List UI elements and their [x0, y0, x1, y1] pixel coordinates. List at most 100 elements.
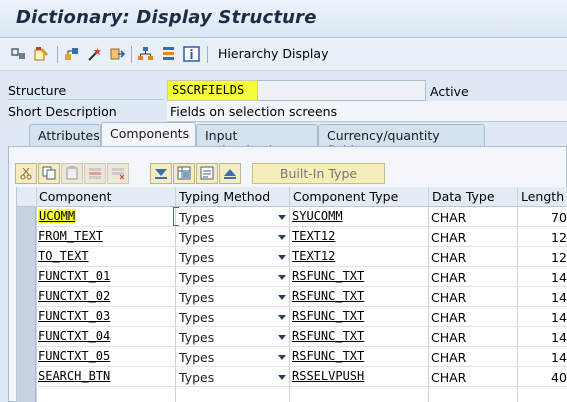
chevron-down-icon[interactable]: [278, 215, 286, 220]
component-cell[interactable]: SEARCH_BTN: [38, 369, 110, 383]
component-type-cell[interactable]: RSFUNC_TXT: [292, 349, 364, 363]
paste-button[interactable]: [61, 163, 83, 184]
info-icon[interactable]: [183, 46, 200, 62]
other-object-icon[interactable]: [10, 46, 27, 62]
typing-method-cell[interactable]: Types: [179, 230, 214, 245]
component-type-cell[interactable]: RSFUNC_TXT: [292, 329, 364, 343]
detail-button[interactable]: [196, 163, 218, 184]
typing-method-cell[interactable]: Types: [179, 270, 214, 285]
chevron-down-icon[interactable]: [278, 335, 286, 340]
row-selector[interactable]: [17, 327, 36, 347]
tab-input-help-check[interactable]: Input Help/Check: [196, 124, 318, 158]
data-type-cell: CHAR: [431, 230, 467, 245]
length-cell: 144: [551, 310, 567, 325]
component-type-cell[interactable]: SYUCOMM: [292, 209, 343, 223]
table-row[interactable]: FUNCTXT_01 Types RSFUNC_TXT CHAR 144: [17, 267, 567, 287]
table-row[interactable]: [17, 387, 567, 402]
copy-button[interactable]: [38, 163, 60, 184]
where-used-icon[interactable]: [137, 46, 154, 62]
component-cell[interactable]: FUNCTXT_05: [38, 349, 110, 363]
table-row[interactable]: FUNCTXT_03 Types RSFUNC_TXT CHAR 144: [17, 307, 567, 327]
typing-method-cell[interactable]: Types: [179, 310, 214, 325]
component-cell[interactable]: FROM_TEXT: [38, 229, 103, 243]
length-cell: 12: [551, 250, 567, 265]
component-cell[interactable]: UCOMM: [38, 209, 77, 223]
table-row[interactable]: FUNCTXT_05 Types RSFUNC_TXT CHAR 144: [17, 347, 567, 367]
component-type-cell[interactable]: RSFUNC_TXT: [292, 289, 364, 303]
component-type-cell[interactable]: RSSELVPUSH: [292, 369, 364, 383]
table-row[interactable]: SEARCH_BTN Types RSSELVPUSH CHAR 40: [17, 367, 567, 387]
label-underline: [8, 99, 164, 100]
component-type-cell[interactable]: TEXT12: [292, 229, 335, 243]
typing-method-cell[interactable]: Types: [179, 370, 214, 385]
chevron-down-icon[interactable]: [278, 295, 286, 300]
cut-icon: [20, 167, 32, 180]
short-description-field[interactable]: Fields on selection screens: [167, 101, 567, 122]
row-selector[interactable]: [17, 267, 36, 287]
typing-method-cell[interactable]: Types: [179, 210, 214, 225]
typing-method-cell[interactable]: Types: [179, 250, 214, 265]
row-selector[interactable]: [17, 227, 36, 247]
chevron-down-icon[interactable]: [278, 235, 286, 240]
structure-hierarchy-button[interactable]: [173, 163, 195, 184]
find-button[interactable]: [219, 163, 241, 184]
row-selector[interactable]: [17, 387, 36, 402]
structure-name-field[interactable]: SSCRFIELDS: [167, 80, 258, 101]
chevron-down-icon[interactable]: [278, 315, 286, 320]
length-cell: 70: [551, 210, 567, 225]
built-in-type-button[interactable]: Built-In Type: [252, 163, 385, 184]
chevron-down-icon[interactable]: [278, 255, 286, 260]
test-icon[interactable]: [109, 46, 126, 62]
chevron-down-icon[interactable]: [278, 275, 286, 280]
component-type-cell[interactable]: TEXT12: [292, 249, 335, 263]
table-row[interactable]: FUNCTXT_02 Types RSFUNC_TXT CHAR 144: [17, 287, 567, 307]
length-cell: 144: [551, 290, 567, 305]
component-cell[interactable]: FUNCTXT_02: [38, 289, 110, 303]
cut-button[interactable]: [15, 163, 37, 184]
title-bar: Dictionary: Display Structure: [0, 0, 567, 38]
tab-components[interactable]: Components: [101, 122, 196, 146]
column-header-component[interactable]: Component: [39, 189, 112, 204]
delete-row-button[interactable]: [107, 163, 129, 184]
sort-button[interactable]: [150, 163, 172, 184]
row-selector[interactable]: [17, 367, 36, 387]
tab-attributes[interactable]: Attributes: [29, 124, 101, 146]
component-type-cell[interactable]: RSFUNC_TXT: [292, 309, 364, 323]
insert-row-icon: [89, 168, 101, 179]
activate-icon[interactable]: [86, 46, 103, 62]
row-selector[interactable]: [17, 287, 36, 307]
display-change-icon[interactable]: [33, 46, 50, 62]
component-type-cell[interactable]: RSFUNC_TXT: [292, 269, 364, 283]
hierarchy-display-button[interactable]: Hierarchy Display: [218, 46, 328, 61]
row-selector[interactable]: [17, 347, 36, 367]
table-row[interactable]: UCOMM Types SYUCOMM CHAR 70: [17, 207, 567, 227]
component-cell[interactable]: FUNCTXT_01: [38, 269, 110, 283]
table-row[interactable]: FUNCTXT_04 Types RSFUNC_TXT CHAR 144: [17, 327, 567, 347]
typing-method-cell[interactable]: Types: [179, 290, 214, 305]
column-header-typing-method[interactable]: Typing Method: [179, 189, 270, 204]
typing-method-cell[interactable]: Types: [179, 350, 214, 365]
typing-method-cell[interactable]: Types: [179, 330, 214, 345]
check-icon[interactable]: [63, 46, 80, 62]
component-cell[interactable]: TO_TEXT: [38, 249, 89, 263]
object-list-icon[interactable]: [160, 46, 177, 62]
column-header-length[interactable]: Length: [521, 189, 564, 204]
column-header-component-type[interactable]: Component Type: [293, 189, 398, 204]
row-selector[interactable]: [17, 247, 36, 267]
chevron-down-icon[interactable]: [278, 355, 286, 360]
table-row[interactable]: TO_TEXT Types TEXT12 CHAR 12: [17, 247, 567, 267]
copy-icon: [42, 166, 56, 180]
tab-currency-quantity-fields[interactable]: Currency/quantity fields: [318, 124, 485, 158]
row-selector[interactable]: [17, 207, 36, 227]
component-cell[interactable]: FUNCTXT_04: [38, 329, 110, 343]
row-selector[interactable]: [17, 307, 36, 327]
table-structure-icon: [177, 166, 191, 180]
data-type-cell: CHAR: [431, 270, 467, 285]
length-cell: 12: [551, 230, 567, 245]
chevron-down-icon[interactable]: [278, 375, 286, 380]
table-row[interactable]: FROM_TEXT Types TEXT12 CHAR 12: [17, 227, 567, 247]
insert-row-button[interactable]: [84, 163, 106, 184]
data-type-cell: CHAR: [431, 350, 467, 365]
column-header-data-type[interactable]: Data Type: [432, 189, 495, 204]
component-cell[interactable]: FUNCTXT_03: [38, 309, 110, 323]
